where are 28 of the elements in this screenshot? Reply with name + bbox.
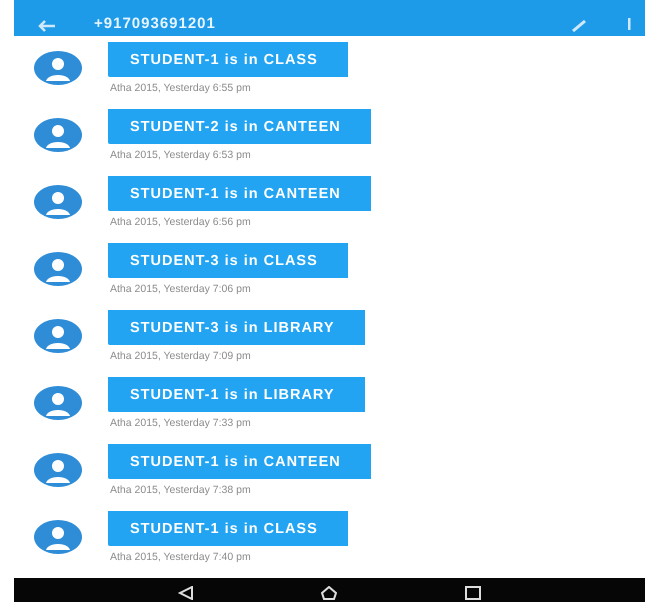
back-button[interactable] [178,586,194,600]
avatar-icon [34,185,82,219]
message-timestamp: Atha 2015, Yesterday 7:38 pm [110,484,251,496]
message-bubble: STUDENT-1 is in CANTEEN [108,444,371,479]
message-timestamp: Atha 2015, Yesterday 7:33 pm [110,417,251,429]
avatar-icon [34,386,82,420]
message-bubble: STUDENT-1 is in CLASS [108,511,348,546]
avatar-icon [34,252,82,286]
message-timestamp: Atha 2015, Yesterday 7:06 pm [110,283,251,295]
avatar-icon [34,118,82,152]
message-bubble: STUDENT-3 is in CLASS [108,243,348,278]
message-timestamp: Atha 2015, Yesterday 6:56 pm [110,216,251,228]
message-bubble: STUDENT-1 is in LIBRARY [108,377,365,412]
message-bubble: STUDENT-1 is in CLASS [108,42,348,77]
message-bubble: STUDENT-2 is in CANTEEN [108,109,371,144]
contact-number: +917093691201 [94,15,217,32]
message-timestamp: Atha 2015, Yesterday 7:40 pm [110,551,251,563]
message-timestamp: Atha 2015, Yesterday 7:09 pm [110,350,251,362]
avatar-icon [34,453,82,487]
message-bubble: STUDENT-1 is in CANTEEN [108,176,371,211]
message-timestamp: Atha 2015, Yesterday 6:55 pm [110,82,251,94]
avatar-icon [34,319,82,353]
recent-apps-button[interactable] [465,586,482,600]
avatar-icon [34,520,82,554]
avatar-icon [34,51,82,85]
message-timestamp: Atha 2015, Yesterday 6:53 pm [110,149,251,161]
message-bubble: STUDENT-3 is in LIBRARY [108,310,365,345]
home-button[interactable] [321,586,338,600]
